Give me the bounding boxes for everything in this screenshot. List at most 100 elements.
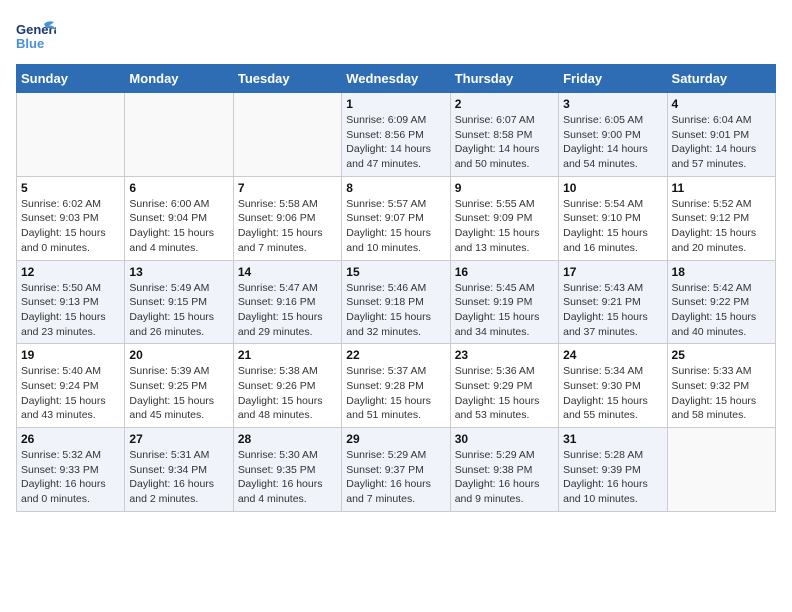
calendar-cell: 4 Sunrise: 6:04 AM Sunset: 9:01 PM Daylig… <box>667 93 775 177</box>
day-info: Sunrise: 6:07 AM Sunset: 8:58 PM Dayligh… <box>455 113 554 172</box>
day-info: Sunrise: 5:58 AM Sunset: 9:06 PM Dayligh… <box>238 197 337 256</box>
day-number: 21 <box>238 348 337 362</box>
day-info: Sunrise: 5:45 AM Sunset: 9:19 PM Dayligh… <box>455 281 554 340</box>
calendar-cell: 20Sunrise: 5:39 AM Sunset: 9:25 PM Dayli… <box>125 344 233 428</box>
logo: General Blue <box>16 16 56 56</box>
day-number: 26 <box>21 432 120 446</box>
calendar-cell: 23 Sunrise: 5:36 AM Sunset: 9:29 PM Dayli… <box>450 344 558 428</box>
calendar-cell: 3 Sunrise: 6:05 AM Sunset: 9:00 PM Daylig… <box>559 93 667 177</box>
calendar-cell <box>233 93 341 177</box>
calendar-cell: 2 Sunrise: 6:07 AM Sunset: 8:58 PM Daylig… <box>450 93 558 177</box>
calendar-cell: 8 Sunrise: 5:57 AM Sunset: 9:07 PM Daylig… <box>342 176 450 260</box>
day-number: 28 <box>238 432 337 446</box>
day-number: 15 <box>346 265 445 279</box>
day-info: Sunrise: 5:47 AM Sunset: 9:16 PM Dayligh… <box>238 281 337 340</box>
day-info: Sunrise: 5:32 AM Sunset: 9:33 PM Dayligh… <box>21 448 120 507</box>
day-number: 24 <box>563 348 662 362</box>
calendar-cell: 26 Sunrise: 5:32 AM Sunset: 9:33 PM Dayli… <box>17 428 125 512</box>
day-info: Sunrise: 6:05 AM Sunset: 9:00 PM Dayligh… <box>563 113 662 172</box>
calendar-cell: 11 Sunrise: 5:52 AM Sunset: 9:12 PM Dayli… <box>667 176 775 260</box>
day-number: 9 <box>455 181 554 195</box>
calendar-cell: 29 Sunrise: 5:29 AM Sunset: 9:37 PM Dayli… <box>342 428 450 512</box>
day-info: Sunrise: 5:49 AM Sunset: 9:15 PM Dayligh… <box>129 281 228 340</box>
calendar-cell: 7 Sunrise: 5:58 AM Sunset: 9:06 PM Daylig… <box>233 176 341 260</box>
day-number: 14 <box>238 265 337 279</box>
calendar-cell: 1 Sunrise: 6:09 AM Sunset: 8:56 PM Daylig… <box>342 93 450 177</box>
day-number: 2 <box>455 97 554 111</box>
day-info: Sunrise: 6:09 AM Sunset: 8:56 PM Dayligh… <box>346 113 445 172</box>
calendar-cell: 18 Sunrise: 5:42 AM Sunset: 9:22 PM Dayli… <box>667 260 775 344</box>
weekday-header: Saturday <box>667 65 775 93</box>
day-info: Sunrise: 5:29 AM Sunset: 9:38 PM Dayligh… <box>455 448 554 507</box>
calendar-cell: 14 Sunrise: 5:47 AM Sunset: 9:16 PM Dayli… <box>233 260 341 344</box>
day-info: Sunrise: 5:31 AM Sunset: 9:34 PM Dayligh… <box>129 448 228 507</box>
calendar-cell: 31 Sunrise: 5:28 AM Sunset: 9:39 PM Dayli… <box>559 428 667 512</box>
calendar-cell: 12 Sunrise: 5:50 AM Sunset: 9:13 PM Dayli… <box>17 260 125 344</box>
day-info: Sunrise: 5:52 AM Sunset: 9:12 PM Dayligh… <box>672 197 771 256</box>
calendar-cell: 13 Sunrise: 5:49 AM Sunset: 9:15 PM Dayli… <box>125 260 233 344</box>
calendar-cell: 21 Sunrise: 5:38 AM Sunset: 9:26 PM Dayli… <box>233 344 341 428</box>
logo-icon: General Blue <box>16 16 56 56</box>
calendar-cell: 24 Sunrise: 5:34 AM Sunset: 9:30 PM Dayli… <box>559 344 667 428</box>
day-number: 6 <box>129 181 228 195</box>
day-number: 5 <box>21 181 120 195</box>
day-info: Sunrise: 6:02 AM Sunset: 9:03 PM Dayligh… <box>21 197 120 256</box>
day-info: Sunrise: 5:46 AM Sunset: 9:18 PM Dayligh… <box>346 281 445 340</box>
day-info: Sunrise: 5:28 AM Sunset: 9:39 PM Dayligh… <box>563 448 662 507</box>
weekday-header: Wednesday <box>342 65 450 93</box>
day-info: Sunrise: 5:54 AM Sunset: 9:10 PM Dayligh… <box>563 197 662 256</box>
svg-text:Blue: Blue <box>16 36 44 51</box>
day-info: Sunrise: 5:34 AM Sunset: 9:30 PM Dayligh… <box>563 364 662 423</box>
day-number: 12 <box>21 265 120 279</box>
day-number: 1 <box>346 97 445 111</box>
calendar-cell <box>667 428 775 512</box>
calendar-cell: 27 Sunrise: 5:31 AM Sunset: 9:34 PM Dayli… <box>125 428 233 512</box>
day-info: Sunrise: 5:43 AM Sunset: 9:21 PM Dayligh… <box>563 281 662 340</box>
day-number: 20 <box>129 348 228 362</box>
day-info: Sunrise: 6:04 AM Sunset: 9:01 PM Dayligh… <box>672 113 771 172</box>
calendar-cell: 5 Sunrise: 6:02 AM Sunset: 9:03 PM Daylig… <box>17 176 125 260</box>
weekday-header: Sunday <box>17 65 125 93</box>
weekday-header: Monday <box>125 65 233 93</box>
calendar-table: SundayMondayTuesdayWednesdayThursdayFrid… <box>16 64 776 512</box>
day-number: 27 <box>129 432 228 446</box>
calendar-cell: 17 Sunrise: 5:43 AM Sunset: 9:21 PM Dayli… <box>559 260 667 344</box>
day-info: Sunrise: 5:38 AM Sunset: 9:26 PM Dayligh… <box>238 364 337 423</box>
day-info: Sunrise: 5:42 AM Sunset: 9:22 PM Dayligh… <box>672 281 771 340</box>
day-number: 16 <box>455 265 554 279</box>
day-number: 11 <box>672 181 771 195</box>
day-number: 3 <box>563 97 662 111</box>
day-number: 17 <box>563 265 662 279</box>
day-number: 23 <box>455 348 554 362</box>
day-number: 29 <box>346 432 445 446</box>
calendar-cell <box>125 93 233 177</box>
weekday-header: Tuesday <box>233 65 341 93</box>
calendar-cell <box>17 93 125 177</box>
day-info: Sunrise: 5:37 AM Sunset: 9:28 PM Dayligh… <box>346 364 445 423</box>
day-number: 4 <box>672 97 771 111</box>
day-number: 10 <box>563 181 662 195</box>
day-info: Sunrise: 5:33 AM Sunset: 9:32 PM Dayligh… <box>672 364 771 423</box>
calendar-cell: 30 Sunrise: 5:29 AM Sunset: 9:38 PM Dayli… <box>450 428 558 512</box>
calendar-cell: 9 Sunrise: 5:55 AM Sunset: 9:09 PM Daylig… <box>450 176 558 260</box>
weekday-header: Thursday <box>450 65 558 93</box>
day-info: Sunrise: 5:29 AM Sunset: 9:37 PM Dayligh… <box>346 448 445 507</box>
calendar-cell: 16 Sunrise: 5:45 AM Sunset: 9:19 PM Dayli… <box>450 260 558 344</box>
day-number: 7 <box>238 181 337 195</box>
day-number: 8 <box>346 181 445 195</box>
day-info: Sunrise: 5:30 AM Sunset: 9:35 PM Dayligh… <box>238 448 337 507</box>
calendar-cell: 15 Sunrise: 5:46 AM Sunset: 9:18 PM Dayli… <box>342 260 450 344</box>
day-number: 13 <box>129 265 228 279</box>
day-info: Sunrise: 5:50 AM Sunset: 9:13 PM Dayligh… <box>21 281 120 340</box>
day-number: 18 <box>672 265 771 279</box>
day-info: Sunrise: 6:00 AM Sunset: 9:04 PM Dayligh… <box>129 197 228 256</box>
day-info: Sunrise: 5:57 AM Sunset: 9:07 PM Dayligh… <box>346 197 445 256</box>
day-info: Sunrise: 5:55 AM Sunset: 9:09 PM Dayligh… <box>455 197 554 256</box>
day-number: 30 <box>455 432 554 446</box>
calendar-cell: 25 Sunrise: 5:33 AM Sunset: 9:32 PM Dayli… <box>667 344 775 428</box>
day-number: 25 <box>672 348 771 362</box>
day-number: 19 <box>21 348 120 362</box>
day-info: Sunrise: 5:36 AM Sunset: 9:29 PM Dayligh… <box>455 364 554 423</box>
day-number: 31 <box>563 432 662 446</box>
calendar-cell: 28 Sunrise: 5:30 AM Sunset: 9:35 PM Dayli… <box>233 428 341 512</box>
